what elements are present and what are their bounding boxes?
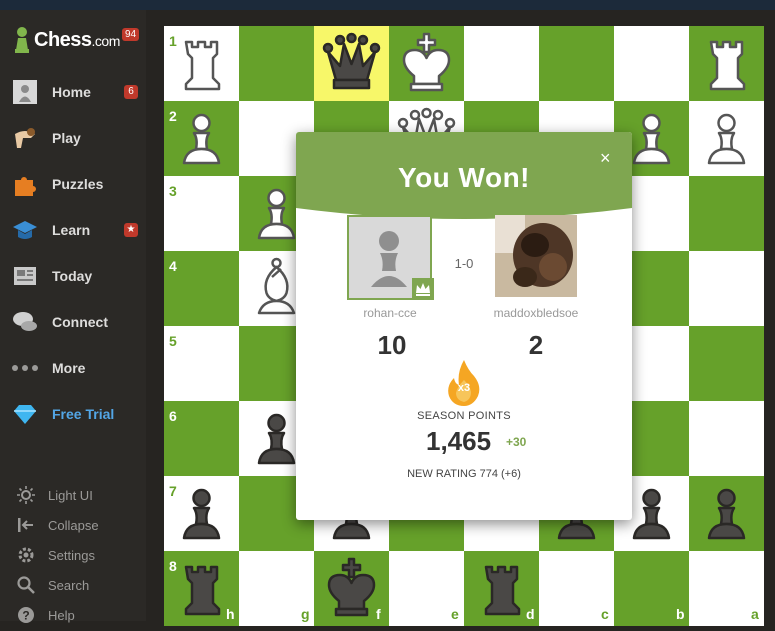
help-icon: ?	[16, 605, 36, 625]
board-square[interactable]	[239, 26, 314, 101]
sidebar-item-label: More	[52, 360, 86, 376]
search-icon	[16, 575, 36, 595]
multiplier-label: x3	[457, 382, 471, 394]
util-label: Search	[48, 577, 90, 593]
collapse-arrow-icon	[16, 515, 36, 535]
avatar-icon	[11, 78, 39, 106]
rank-label: 5	[169, 333, 177, 349]
rank-label: 3	[169, 183, 177, 199]
help-button[interactable]: ? Help	[0, 601, 146, 629]
flame-multiplier-icon: x3	[447, 358, 481, 406]
rank-label: 6	[169, 408, 177, 424]
sidebar-item-label: Connect	[52, 314, 108, 330]
play-hand-icon	[11, 124, 39, 152]
notification-badge: 94	[122, 28, 140, 41]
chat-bubbles-icon	[11, 308, 39, 336]
more-dots-icon	[11, 354, 39, 382]
board-square[interactable]	[689, 326, 764, 401]
sidebar-item-free-trial[interactable]: Free Trial	[0, 394, 146, 434]
search-button[interactable]: Search	[0, 571, 146, 599]
sidebar-item-learn[interactable]: Learn ★	[0, 210, 146, 250]
winner-crown-icon	[412, 278, 434, 300]
white-king-icon[interactable]	[389, 26, 464, 101]
file-label: c	[601, 606, 609, 622]
util-label: Collapse	[48, 517, 99, 533]
util-label: Light UI	[48, 487, 93, 503]
light-ui-toggle[interactable]: Light UI	[0, 481, 146, 509]
season-points-gain: +30	[506, 435, 527, 449]
logo-text: Chess.com	[34, 28, 120, 51]
sidebar-item-label: Learn	[52, 222, 91, 238]
home-badge: 6	[124, 85, 138, 99]
season-points-value: 1,465	[426, 426, 492, 456]
player1-name[interactable]: rohan-cce	[342, 306, 438, 320]
graduation-cap-icon	[11, 216, 39, 244]
file-label: a	[751, 606, 759, 622]
newspaper-icon	[11, 262, 39, 290]
white-rook-icon[interactable]	[164, 26, 239, 101]
collapse-button[interactable]: Collapse	[0, 511, 146, 539]
black-rook-icon[interactable]	[164, 551, 239, 626]
learn-badge: ★	[124, 223, 138, 237]
sidebar-item-label: Puzzles	[52, 176, 104, 192]
sidebar-item-home[interactable]: Home 6	[0, 72, 146, 112]
black-rook-icon[interactable]	[464, 551, 539, 626]
rank-label: 4	[169, 258, 177, 274]
sidebar-item-label: Play	[52, 130, 81, 146]
chess-com-logo[interactable]: Chess.com	[14, 24, 120, 56]
settings-button[interactable]: Settings	[0, 541, 146, 569]
white-pawn-icon[interactable]	[164, 101, 239, 176]
close-icon[interactable]: ×	[600, 148, 611, 169]
dog-photo-avatar	[495, 215, 577, 297]
player2-name[interactable]: maddoxbledsoe	[482, 306, 590, 320]
sidebar-item-connect[interactable]: Connect	[0, 302, 146, 342]
new-rating: NEW RATING 774 (+6)	[407, 468, 521, 480]
season-points-label: SEASON POINTS	[417, 410, 511, 422]
game-over-dialog: You Won! × 1-0 rohan-cce maddoxbledsoe 1…	[296, 132, 632, 520]
board-square[interactable]	[689, 176, 764, 251]
top-bar	[0, 0, 775, 10]
util-label: Settings	[48, 547, 95, 563]
sidebar-item-today[interactable]: Today	[0, 256, 146, 296]
white-rook-icon[interactable]	[689, 26, 764, 101]
board-square[interactable]	[689, 401, 764, 476]
file-label: b	[676, 606, 685, 622]
util-label: Help	[48, 607, 75, 623]
board-square[interactable]	[464, 26, 539, 101]
sidebar-item-label: Home	[52, 84, 91, 100]
board-square[interactable]	[614, 26, 689, 101]
logo-pawn-icon	[14, 26, 30, 54]
diamond-icon	[11, 400, 39, 428]
svg-text:?: ?	[22, 609, 29, 623]
gear-icon	[16, 545, 36, 565]
white-pawn-icon[interactable]	[689, 101, 764, 176]
black-queen-icon[interactable]	[314, 26, 389, 101]
game-score: 1-0	[454, 256, 474, 271]
black-pawn-icon[interactable]	[689, 476, 764, 551]
player2-avatar	[495, 215, 577, 297]
player1-number: 10	[377, 330, 407, 360]
file-label: e	[451, 606, 459, 622]
black-pawn-icon[interactable]	[164, 476, 239, 551]
sun-icon	[16, 485, 36, 505]
player2-number: 2	[528, 330, 544, 360]
puzzle-icon	[11, 170, 39, 198]
board-square[interactable]	[689, 251, 764, 326]
board-square[interactable]	[539, 26, 614, 101]
result-title: You Won!	[397, 162, 531, 193]
sidebar-item-label: Free Trial	[52, 406, 115, 422]
sidebar-item-more[interactable]: More	[0, 348, 146, 388]
file-label: g	[301, 606, 310, 622]
sidebar-item-puzzles[interactable]: Puzzles	[0, 164, 146, 204]
sidebar-item-label: Today	[52, 268, 93, 284]
sidebar: Chess.com 94 Home 6 Play Puzzles Learn ★…	[0, 10, 146, 623]
black-king-icon[interactable]	[314, 551, 389, 626]
sidebar-item-play[interactable]: Play	[0, 118, 146, 158]
